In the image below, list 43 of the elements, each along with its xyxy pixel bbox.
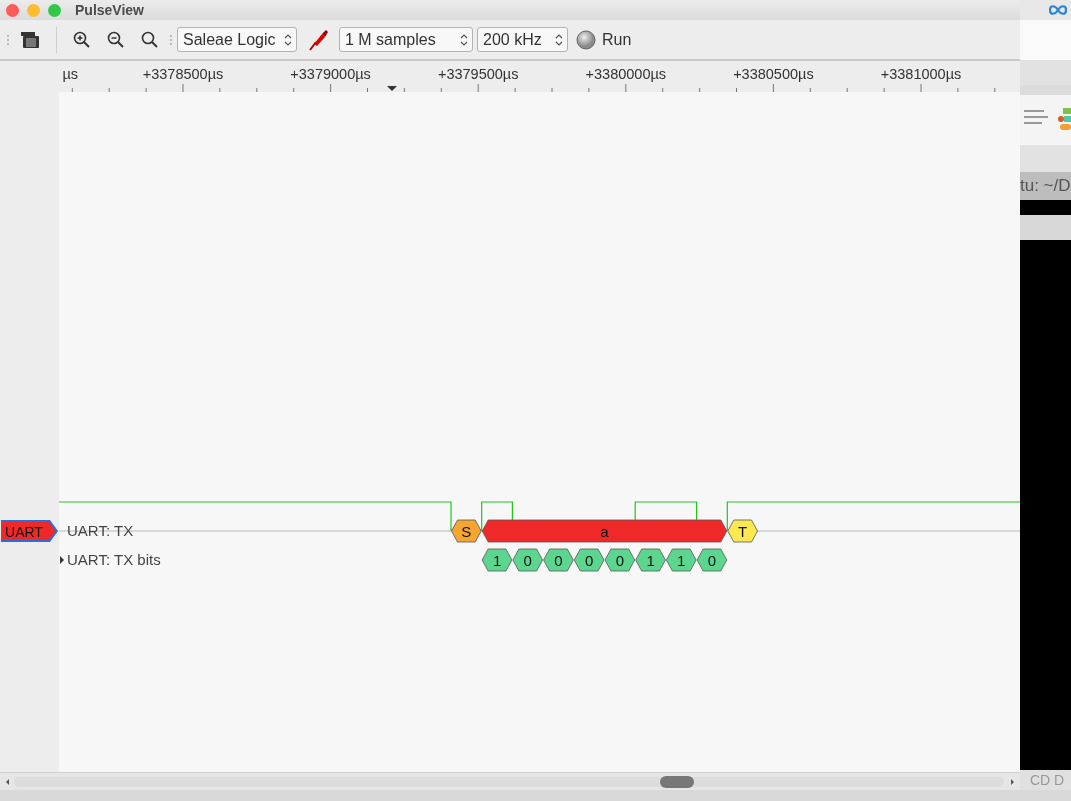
annotation[interactable]: 0 (573, 548, 605, 572)
toolbar-grip-icon (169, 32, 173, 47)
time-label: +3380500µs (733, 66, 814, 82)
time-label: +3379500µs (437, 66, 519, 82)
annotation[interactable]: 0 (512, 548, 543, 572)
background-window-panel (1020, 215, 1071, 240)
annotation[interactable]: 0 (543, 548, 574, 572)
device-select[interactable]: Saleae Logic (177, 27, 297, 52)
scrollbar-thumb[interactable] (660, 775, 694, 788)
annotation[interactable]: 1 (481, 548, 513, 572)
row-label: UART: TX bits (67, 551, 161, 568)
decoder-badge[interactable]: UART (1, 520, 58, 542)
annotation[interactable]: 0 (696, 548, 728, 572)
time-label: +3380000µs (585, 66, 667, 82)
scroll-right-icon[interactable] (1011, 778, 1014, 785)
annotation[interactable]: 0 (604, 548, 636, 572)
spin-arrows-icon (460, 32, 468, 47)
close-button[interactable] (6, 3, 19, 17)
annotation[interactable]: a (481, 519, 728, 543)
background-text: CD D (1020, 770, 1071, 790)
terminal-title: tu: ~/D (1020, 172, 1071, 200)
time-label: +3378500µs (142, 66, 224, 82)
run-status-icon (576, 29, 596, 50)
sample-count-select[interactable]: 1 M samples (339, 27, 473, 52)
spin-arrows-icon (555, 32, 563, 47)
spin-arrows-icon (284, 32, 292, 47)
annotation[interactable]: 1 (635, 548, 666, 572)
toolbar-grip-icon (6, 32, 10, 47)
scroll-left-icon[interactable] (6, 778, 9, 785)
terminal-background (1020, 200, 1071, 215)
annotation[interactable]: 1 (666, 548, 697, 572)
background-window-panel (1020, 20, 1071, 60)
sample-rate-select[interactable]: 200 kHz (477, 27, 568, 52)
expand-arrow-icon[interactable] (60, 556, 64, 564)
annotation[interactable]: T (727, 519, 758, 543)
time-label: +3381000µs (880, 66, 962, 82)
run-button[interactable]: Run (572, 27, 636, 52)
annotation[interactable]: S (451, 519, 482, 543)
row-label: UART: TX (67, 522, 134, 539)
time-label: µs (62, 66, 78, 82)
window-title: PulseView (75, 0, 144, 20)
time-label: +3379000µs (290, 66, 371, 82)
infinity-icon (1049, 5, 1067, 15)
